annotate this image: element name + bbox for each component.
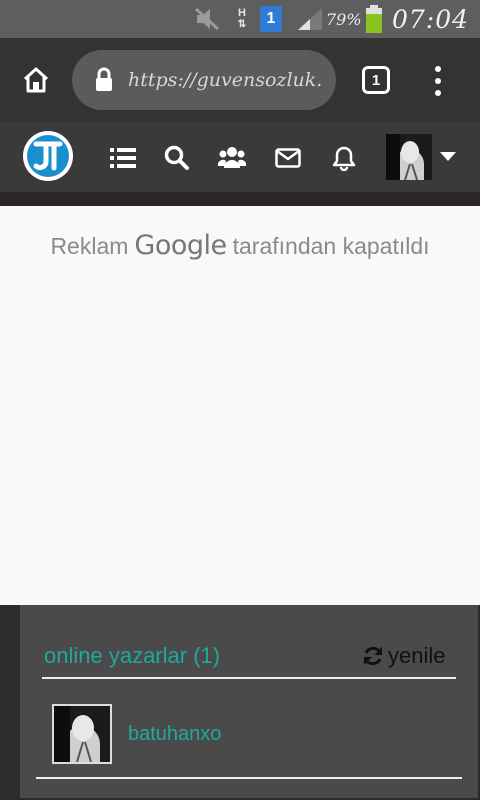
logo-icon[interactable] [22, 130, 74, 182]
data-arrows-icon: H ⇅ [237, 7, 247, 31]
list-icon[interactable] [109, 144, 137, 172]
search-icon[interactable] [163, 144, 191, 172]
lock-icon [96, 67, 112, 91]
username-link[interactable]: batuhanxo [128, 723, 221, 746]
refresh-button[interactable]: yenile [362, 643, 445, 669]
battery-percent: 79% [326, 9, 362, 29]
status-bar: H ⇅ 1 79% 07:04 [0, 0, 480, 38]
users-icon[interactable] [218, 144, 246, 172]
site-nav [0, 122, 480, 192]
divider [0, 192, 480, 206]
battery-icon [364, 0, 384, 38]
ad-prefix: Reklam [50, 233, 129, 259]
ad-area: Reklam Google tarafından kapatıldı [0, 206, 480, 605]
network-type: H [238, 7, 246, 19]
home-icon [23, 67, 49, 93]
mute-icon [194, 0, 222, 38]
divider [36, 777, 462, 779]
mail-icon[interactable] [274, 144, 302, 172]
url-text[interactable]: https://guvensozluk.c [128, 50, 322, 110]
caret-down-icon[interactable] [440, 152, 456, 161]
bell-icon[interactable] [330, 144, 358, 172]
home-button[interactable] [18, 62, 54, 98]
tab-count: 1 [371, 71, 381, 89]
avatar[interactable] [52, 704, 112, 764]
clock: 07:04 [392, 4, 470, 34]
refresh-icon [364, 646, 382, 666]
signal-icon [296, 0, 324, 38]
online-authors-panel: online yazarlar (1) yenile batuhanxo [18, 605, 480, 800]
tab-switcher-button[interactable]: 1 [362, 66, 390, 94]
sim-icon: 1 [260, 0, 282, 38]
url-bar[interactable]: https://guvensozluk.c [72, 50, 336, 110]
refresh-label: yenile [388, 643, 446, 668]
divider [42, 677, 456, 679]
browser-toolbar: https://guvensozluk.c 1 [0, 38, 480, 122]
overflow-menu-icon[interactable] [428, 66, 448, 96]
panel-title: online yazarlar (1) [44, 643, 221, 668]
google-logo: Google [134, 230, 227, 261]
ad-suffix: tarafından kapatıldı [232, 233, 430, 259]
ad-closed-notice: Reklam Google tarafından kapatıldı [0, 230, 480, 261]
avatar[interactable] [386, 134, 432, 180]
sim-slot: 1 [260, 6, 282, 32]
